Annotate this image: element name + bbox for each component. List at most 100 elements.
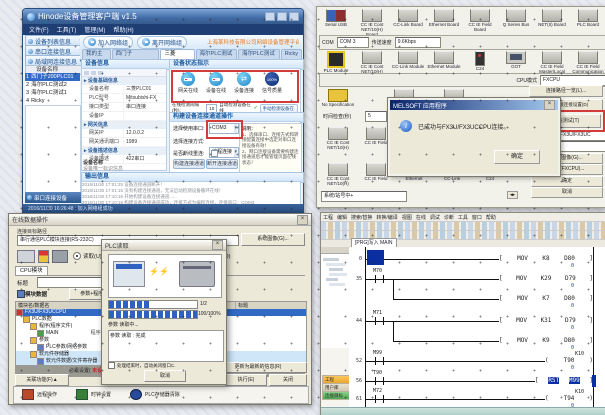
clock-setting-item[interactable]: 时钟设置 — [76, 389, 111, 400]
instruction-rst[interactable]: RSTM99 — [535, 377, 593, 384]
contact-symbol[interactable]: M99 — [375, 357, 384, 365]
contact-symbol[interactable]: M71 — [375, 317, 384, 325]
scroll-arrows[interactable]: ◂▸ — [507, 191, 518, 199]
property-row[interactable]: 接口类型串口连接 — [82, 103, 166, 112]
menu-tools[interactable]: 工具(T) — [57, 25, 77, 34]
tab-ricky[interactable]: Ricky — [281, 49, 302, 59]
no-specification-item[interactable]: No Specification — [321, 89, 355, 108]
menu-tool[interactable]: 工具 — [458, 214, 468, 221]
melsoft-dialog-titlebar[interactable]: MELSOFT 应用程序 × — [390, 100, 558, 110]
plc-item-c24[interactable]: C24 — [463, 51, 497, 72]
project-tree[interactable] — [321, 254, 349, 348]
plc-item-plc-module[interactable]: PLC Module — [319, 51, 353, 74]
leave-network-button[interactable]: 离开网络组 — [137, 36, 187, 49]
toolbar-row-1[interactable] — [321, 222, 605, 231]
build-channel-button[interactable]: 构建连接通道 — [173, 159, 205, 169]
tab-home[interactable]: 我的主页 — [82, 49, 111, 59]
nav-connection[interactable]: 连接目标 — [322, 391, 351, 400]
plc-item-got[interactable]: GOT — [499, 51, 533, 70]
instruction-mov[interactable]: MOVK31D79 — [499, 317, 593, 324]
menu-online[interactable]: 在线 — [416, 214, 426, 221]
property-group[interactable]: 设备描述信息 — [82, 147, 166, 155]
menu-diagnostics[interactable]: 诊断 — [444, 214, 454, 221]
close-icon[interactable]: × — [544, 100, 555, 110]
auto-close-checkbox[interactable] — [108, 362, 115, 369]
time-check-field[interactable]: 5 — [365, 111, 387, 122]
menu-help[interactable]: 帮助 — [486, 214, 496, 221]
menu-find[interactable]: 搜索/替换 — [351, 214, 372, 221]
com-port-field[interactable]: COM 3 — [337, 37, 369, 48]
pc-item-ccie-board[interactable]: CC IE Cont NET/10(H) Board — [355, 9, 389, 38]
close-button[interactable] — [289, 12, 299, 21]
menu-project[interactable]: 工程 — [323, 214, 333, 221]
pc-item-cclink-board[interactable]: CC-Link Board — [391, 9, 425, 28]
radio-read[interactable]: 读取(U) — [73, 252, 102, 260]
accessible-station-field[interactable]: 系统/站号中+ — [321, 191, 407, 202]
ladder-diagram[interactable]: 0 MOVK8D80 0 35 M70 MOVK29D79 0 MOVK7D80… — [349, 247, 605, 408]
dialog-titlebar[interactable]: 在线数据操作 × — [9, 214, 311, 226]
menu-view[interactable]: 视图 — [402, 214, 412, 221]
ok-button[interactable]: 确定 — [531, 176, 603, 187]
memory-clear-item[interactable]: PLC存储器清除 — [130, 389, 180, 400]
pc-item-net2-board[interactable]: NET(II) Board — [535, 9, 569, 28]
progress-titlebar[interactable]: PLC读取 × — [102, 240, 226, 251]
minimize-button[interactable] — [265, 12, 275, 21]
auto-close-option[interactable]: 处理结束时，自动关闭窗口C. — [108, 362, 176, 369]
pc-item-ethernet-board[interactable]: Ethernet Board — [427, 9, 461, 28]
menu-file[interactable]: 文件(F) — [29, 25, 49, 34]
break-channel-button[interactable]: 断开连接通道 — [206, 159, 238, 169]
pc-item-q-bus[interactable]: Q Series Bus — [499, 9, 533, 28]
tab-mitsubishi-active[interactable]: 三菱PLC06 — [160, 49, 194, 59]
timer-coil[interactable]: T94 — [545, 395, 593, 402]
plc-item-ethernet-module[interactable]: Ethernet Module — [427, 51, 461, 70]
tab-haier2[interactable]: 海尔PLC测试2 — [196, 49, 238, 59]
menu-convert[interactable]: 转换/编译 — [376, 214, 397, 221]
close-icon[interactable]: × — [212, 240, 223, 250]
detail-field[interactable] — [557, 141, 605, 152]
plc-item-cclink-module[interactable]: CC-Link Module — [391, 51, 425, 70]
property-row[interactable]: 设备IP — [82, 112, 166, 121]
property-row[interactable]: 网关通讯端口1989 — [82, 138, 166, 147]
instruction-mov[interactable]: MOVK9D80 — [499, 337, 593, 344]
property-row[interactable]: PLC型号Mitsubishi-FX — [82, 94, 166, 103]
cancel-button[interactable]: 取消 — [531, 187, 603, 198]
property-group[interactable]: 设备基础信息 — [82, 77, 166, 85]
tab-siemens[interactable]: 西门子200PLC01 — [112, 49, 160, 59]
join-network-button[interactable]: 加入网络组 — [83, 36, 133, 49]
net-item-ccie-cont[interactable]: CC IE Cont NET/10(H) — [321, 127, 355, 151]
instruction-mov[interactable]: MOVK8D80 — [499, 255, 593, 262]
pc-item-plc-board[interactable]: PLC Board — [571, 9, 605, 28]
cpu-mode-field[interactable]: FXCPU — [540, 75, 605, 86]
system-image-button[interactable]: 系统图像(G)... — [241, 233, 305, 246]
property-row[interactable]: 网关IP12.0.0.2 — [82, 129, 166, 138]
close-icon[interactable]: × — [297, 215, 308, 225]
speed-field[interactable]: 9.6Kbps — [395, 37, 441, 48]
menu-debug[interactable]: 调试 — [430, 214, 440, 221]
close-button[interactable]: 关闭 — [269, 374, 307, 386]
maximize-button[interactable] — [277, 12, 287, 21]
tab-haier1[interactable]: 海尔PLC测试1 — [238, 49, 280, 59]
dialog-ok-button[interactable]: 确定 — [494, 150, 540, 164]
property-group[interactable]: 网关信息 — [82, 121, 166, 129]
instruction-mov[interactable]: MOVK29D79 — [499, 275, 593, 282]
related-functions-button[interactable]: 关联功能(F)▲ — [15, 374, 69, 386]
menu-help[interactable]: 帮助(H) — [113, 25, 133, 34]
timer-coil[interactable]: T90 — [545, 357, 593, 364]
property-sort-toolbar[interactable] — [82, 69, 166, 77]
edit-cursor-cell[interactable] — [367, 250, 384, 265]
connection-list-button[interactable]: 连接路径一览(L)... — [529, 85, 603, 97]
netrow-ccie-cont[interactable]: CC IE Cont NET/10(H) — [321, 163, 355, 187]
reconnect-checkbox[interactable] — [211, 150, 218, 157]
pc-item-ccie-field-board[interactable]: CC IE Field Board — [463, 9, 497, 33]
property-row[interactable]: 设备名称三菱PLC01 — [82, 85, 166, 94]
menu-window[interactable]: 窗口 — [472, 214, 482, 221]
contact-symbol[interactable]: T90 — [375, 377, 384, 385]
sidebar-bottom-serial-devices[interactable]: 串口连接设备 — [25, 192, 83, 203]
remote-operation-item[interactable]: 远程操作 — [22, 389, 57, 400]
menu-edit[interactable]: 编辑 — [337, 214, 347, 221]
titlebar[interactable]: Hinode设备管理客户端 v1.5 — [23, 9, 303, 24]
contact-symbol[interactable]: M72 — [375, 395, 384, 403]
menu-manage[interactable]: 管理(M) — [84, 25, 105, 34]
execute-button[interactable]: 执行(E) — [225, 374, 267, 386]
instruction-mov[interactable]: MOVK7D80 — [499, 295, 593, 302]
